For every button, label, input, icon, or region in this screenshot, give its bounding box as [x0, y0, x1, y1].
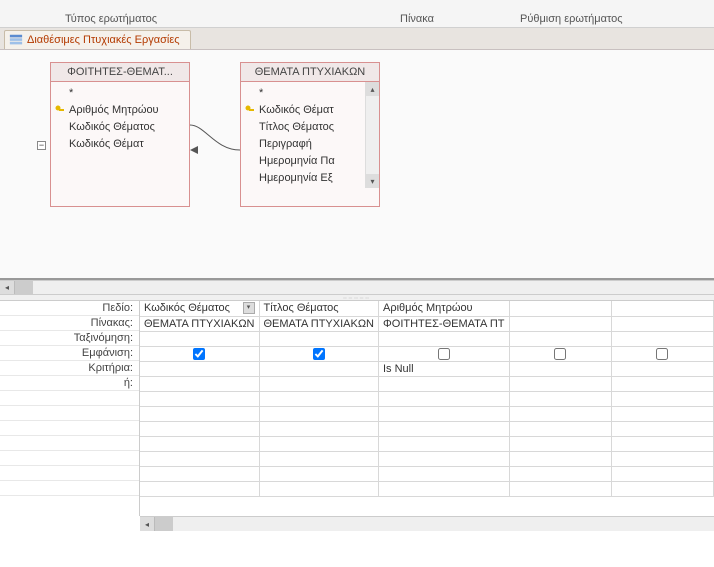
table-cell[interactable] [611, 316, 713, 331]
criteria-cell[interactable] [140, 361, 259, 376]
field-row[interactable]: Ημερομηνία Εξ [241, 169, 365, 186]
criteria-cell[interactable] [509, 361, 611, 376]
show-checkbox[interactable] [193, 348, 205, 360]
field-label: Τίτλος Θέματος [259, 121, 334, 133]
dropdown-icon[interactable]: ▾ [243, 302, 255, 314]
table-title: ΘΕΜΑΤΑ ΠΤΥΧΙΑΚΩΝ [241, 63, 379, 82]
field-label: Ημερομηνία Πα [259, 155, 335, 167]
criteria-cell[interactable] [611, 361, 713, 376]
ribbon-group-query-setup: Ρύθμιση ερωτήματος [520, 13, 623, 25]
table-title: ΦΟΙΤΗΤΕΣ-ΘΕΜΑΤ... [51, 63, 189, 82]
field-cell[interactable] [611, 301, 713, 316]
field-label: Κωδικός Θέματος [69, 121, 155, 133]
label-show: Εμφάνιση: [0, 346, 139, 361]
table-cell[interactable]: ΦΟΙΤΗΤΕΣ-ΘΕΜΑΤΑ ΠΤ [379, 316, 510, 331]
show-checkbox[interactable] [313, 348, 325, 360]
field-label: Κωδικός Θέματ [69, 138, 144, 150]
sort-cell[interactable] [509, 331, 611, 346]
field-cell[interactable]: Τίτλος Θέματος [259, 301, 379, 316]
canvas-hscroll[interactable]: ◂ [0, 280, 714, 295]
show-checkbox[interactable] [438, 348, 450, 360]
table-cell[interactable]: ΘΕΜΑΤΑ ΠΤΥΧΙΑΚΩΝ [259, 316, 379, 331]
field-star: * [259, 87, 263, 99]
scroll-thumb[interactable] [15, 281, 33, 294]
query-tab[interactable]: Διαθέσιμες Πτυχιακές Εργασίες [4, 30, 191, 49]
field-label: Κωδικός Θέματ [259, 104, 334, 116]
field-label: Αριθμός Μητρώου [69, 104, 159, 116]
query-icon [9, 33, 23, 47]
criteria-cell[interactable]: Is Null [379, 361, 510, 376]
ribbon-group-table: Πίνακα [400, 13, 434, 25]
show-checkbox[interactable] [656, 348, 668, 360]
or-cell[interactable] [140, 376, 259, 391]
sort-cell[interactable] [140, 331, 259, 346]
scroll-left-icon[interactable]: ◂ [0, 281, 15, 294]
field-row[interactable]: Αριθμός Μητρώου [51, 101, 189, 118]
qbe-row-labels: Πεδίο: Πίνακας: Ταξινόμηση: Εμφάνιση: Κρ… [0, 301, 140, 516]
primary-key-icon [245, 105, 255, 115]
sort-cell[interactable] [611, 331, 713, 346]
label-table: Πίνακας: [0, 316, 139, 331]
table-cell[interactable] [509, 316, 611, 331]
criteria-cell[interactable] [259, 361, 379, 376]
join-line[interactable] [190, 120, 240, 160]
field-row[interactable]: Κωδικός Θέματ [241, 101, 365, 118]
sort-cell[interactable] [379, 331, 510, 346]
qbe-grid: Πεδίο: Πίνακας: Ταξινόμηση: Εμφάνιση: Κρ… [0, 301, 714, 516]
scroll-down-icon[interactable]: ▾ [366, 174, 379, 188]
primary-key-icon [55, 105, 65, 115]
field-row[interactable]: Κωδικός Θέματος [51, 118, 189, 135]
query-tab-title: Διαθέσιμες Πτυχιακές Εργασίες [27, 34, 180, 46]
query-designer-canvas[interactable]: ΦΟΙΤΗΤΕΣ-ΘΕΜΑΤ... * Αριθμός Μητρώου Κωδι… [0, 50, 714, 280]
qbe-table[interactable]: Κωδικός Θέματος ▾ Τίτλος Θέματος Αριθμός … [140, 301, 714, 497]
sort-cell[interactable] [259, 331, 379, 346]
scroll-left-icon[interactable]: ◂ [140, 517, 155, 531]
field-row[interactable]: Κωδικός Θέματ [51, 135, 189, 152]
label-field: Πεδίο: [0, 301, 139, 316]
field-cell[interactable] [509, 301, 611, 316]
field-row[interactable]: * [241, 84, 365, 101]
field-star: * [69, 87, 73, 99]
table-box-themata[interactable]: ΘΕΜΑΤΑ ΠΤΥΧΙΑΚΩΝ * Κωδικός Θέματ Τίτλος … [240, 62, 380, 207]
field-label: Περιγραφή [259, 138, 312, 150]
cell-text: Κωδικός Θέματος [144, 302, 230, 314]
label-criteria: Κριτήρια: [0, 361, 139, 376]
label-sort: Ταξινόμηση: [0, 331, 139, 346]
field-row[interactable]: * [51, 84, 189, 101]
field-cell[interactable]: Αριθμός Μητρώου [379, 301, 510, 316]
field-row[interactable]: Ημερομηνία Πα [241, 152, 365, 169]
field-list-scrollbar[interactable]: ▴ ▾ [365, 82, 379, 188]
field-label: Ημερομηνία Εξ [259, 172, 333, 184]
field-cell[interactable]: Κωδικός Θέματος ▾ [140, 301, 259, 316]
table-box-students[interactable]: ΦΟΙΤΗΤΕΣ-ΘΕΜΑΤ... * Αριθμός Μητρώου Κωδι… [50, 62, 190, 207]
scroll-thumb[interactable] [155, 517, 173, 531]
label-or: ή: [0, 376, 139, 391]
show-checkbox[interactable] [554, 348, 566, 360]
field-row[interactable]: Περιγραφή [241, 135, 365, 152]
document-tabbar: Διαθέσιμες Πτυχιακές Εργασίες [0, 28, 714, 50]
ribbon-group-query-type: Τύπος ερωτήματος [65, 13, 157, 25]
field-row[interactable]: Τίτλος Θέματος [241, 118, 365, 135]
table-cell[interactable]: ΘΕΜΑΤΑ ΠΤΥΧΙΑΚΩΝ [140, 316, 259, 331]
scroll-up-icon[interactable]: ▴ [366, 82, 379, 96]
qbe-hscroll[interactable]: ◂ [140, 516, 714, 531]
ribbon: Τύπος ερωτήματος Πίνακα Ρύθμιση ερωτήματ… [0, 0, 714, 28]
expand-toggle[interactable]: − [37, 141, 46, 150]
